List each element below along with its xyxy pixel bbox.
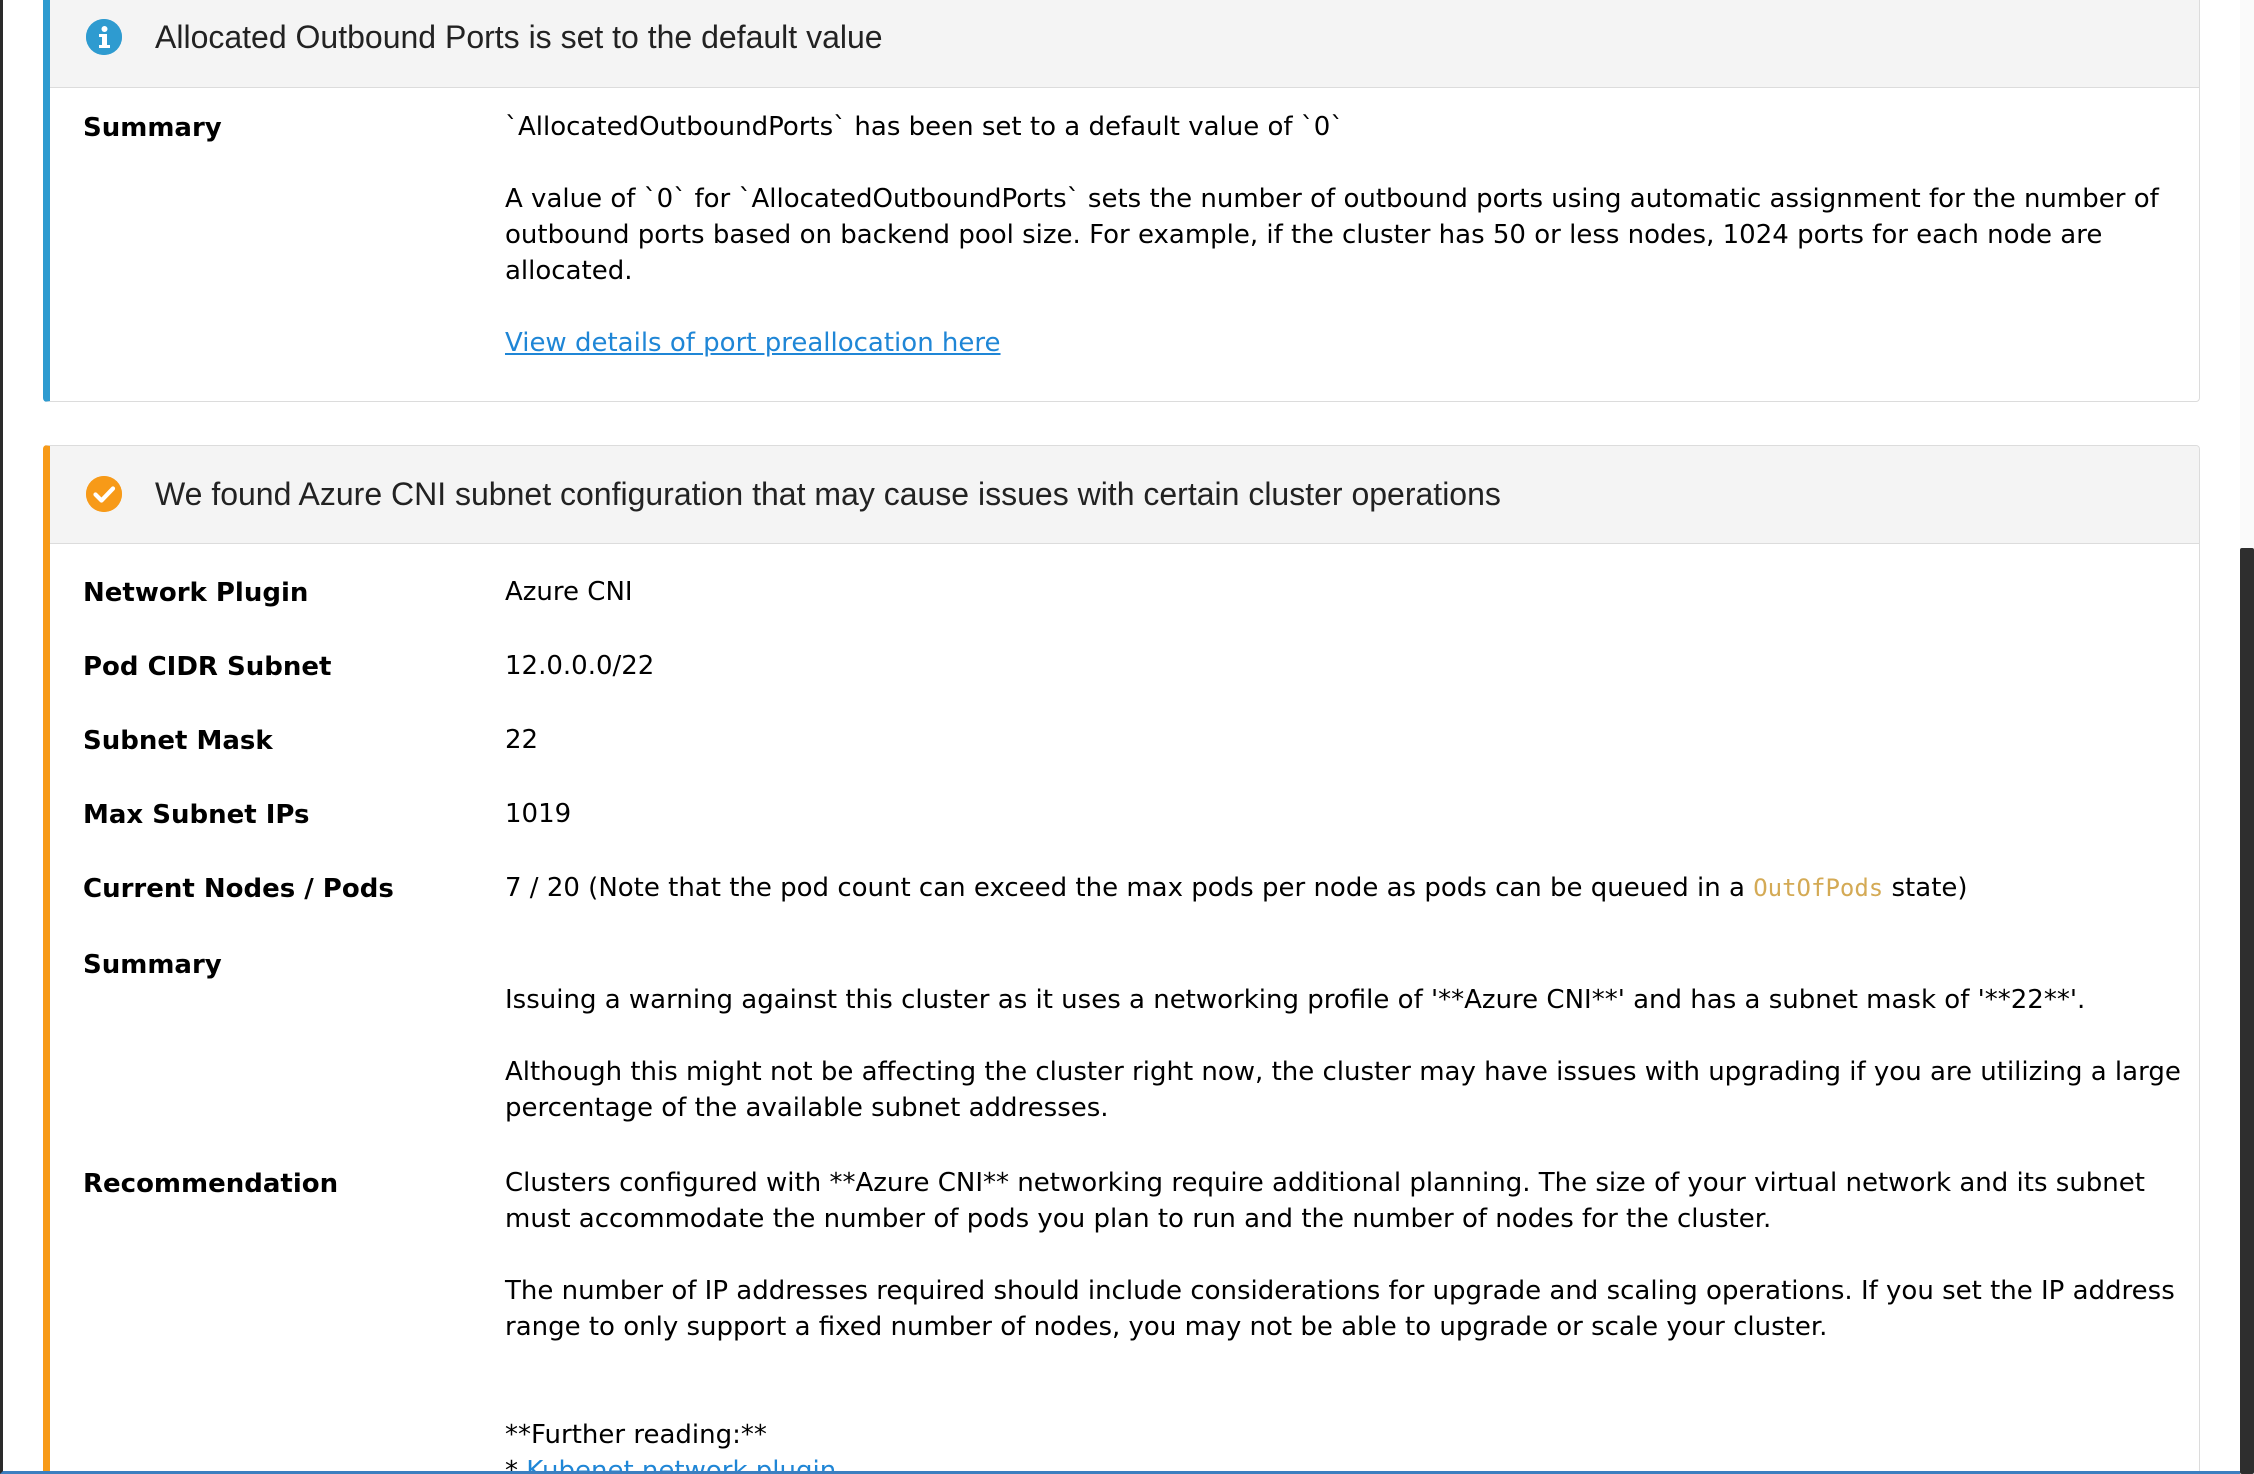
info-summary-value: `AllocatedOutboundPorts` has been set to…: [505, 109, 2185, 397]
check-circle-icon: [86, 476, 122, 512]
warning-insight-card: We found Azure CNI subnet configuration …: [43, 445, 2200, 1474]
out-of-pods-code: OutOfPods: [1753, 874, 1884, 902]
subnet-mask-value: 22: [505, 725, 539, 755]
recommendation-value: Clusters configured with **Azure CNI** n…: [505, 1165, 2185, 1474]
scrollbar[interactable]: [2240, 0, 2254, 1474]
nodes-pods-text: 7 / 20 (Note that the pod count can exce…: [505, 873, 1754, 903]
info-summary-line2: A value of `0` for `AllocatedOutboundPor…: [505, 184, 2159, 286]
warning-summary-value: Issuing a warning against this cluster a…: [505, 982, 2185, 1162]
kubenet-plugin-link[interactable]: Kubenet network plugin: [526, 1456, 836, 1471]
info-insight-card: Allocated Outbound Ports is set to the d…: [43, 0, 2200, 402]
warning-card-header[interactable]: We found Azure CNI subnet configuration …: [50, 446, 2199, 544]
nodes-pods-suffix: state): [1883, 873, 1968, 903]
recommendation-line1: Clusters configured with **Azure CNI** n…: [505, 1168, 2145, 1234]
warning-summary-label: Summary: [83, 950, 222, 980]
port-preallocation-link[interactable]: View details of port preallocation here: [505, 328, 1001, 358]
warning-summary-line2: Although this might not be affecting the…: [505, 1057, 2181, 1123]
nodes-pods-label: Current Nodes / Pods: [83, 874, 394, 904]
further-link-bullet: *: [505, 1456, 527, 1474]
info-card-title: Allocated Outbound Ports is set to the d…: [155, 19, 883, 55]
recommendation-label: Recommendation: [83, 1169, 339, 1199]
warning-summary-line1: Issuing a warning against this cluster a…: [505, 985, 2086, 1015]
pod-cidr-label: Pod CIDR Subnet: [83, 652, 332, 682]
max-subnet-ips-value: 1019: [505, 799, 572, 829]
info-summary-label: Summary: [83, 113, 222, 143]
warning-card-title: We found Azure CNI subnet configuration …: [155, 476, 1501, 512]
network-plugin-label: Network Plugin: [83, 578, 309, 608]
nodes-pods-value: 7 / 20 (Note that the pod count can exce…: [505, 870, 2185, 906]
subnet-mask-label: Subnet Mask: [83, 726, 273, 756]
info-summary-line1: `AllocatedOutboundPorts` has been set to…: [505, 112, 1344, 142]
max-subnet-ips-label: Max Subnet IPs: [83, 800, 310, 830]
pod-cidr-value: 12.0.0.0/22: [505, 651, 655, 681]
info-circle-icon: [86, 19, 122, 55]
page: Allocated Outbound Ports is set to the d…: [0, 0, 2240, 1474]
further-reading: **Further reading:**: [505, 1420, 767, 1450]
network-plugin-value: Azure CNI: [505, 577, 633, 607]
info-card-header[interactable]: Allocated Outbound Ports is set to the d…: [50, 0, 2199, 88]
recommendation-line2: The number of IP addresses required shou…: [505, 1276, 2175, 1342]
scrollbar-thumb[interactable]: [2240, 548, 2254, 1474]
